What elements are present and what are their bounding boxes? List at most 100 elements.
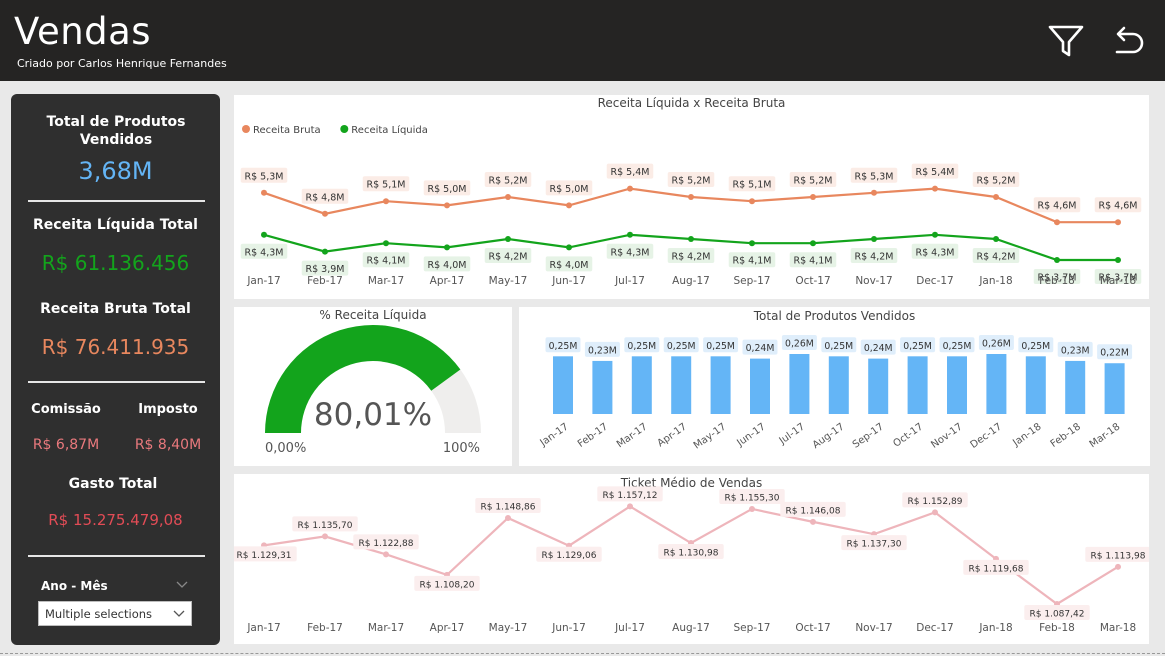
data-point: [1054, 257, 1060, 263]
bar-data-label: 0,25M: [943, 341, 972, 352]
bar-data-label: 0,25M: [627, 341, 656, 352]
x-tick-label: Apr-17: [430, 275, 465, 287]
data-label: R$ 4,0M: [550, 260, 589, 271]
data-label: R$ 4,2M: [855, 252, 894, 263]
data-label: R$ 4,6M: [1038, 201, 1077, 212]
data-point: [261, 189, 267, 196]
data-label: R$ 1.152,89: [908, 497, 963, 507]
data-point: [322, 248, 328, 255]
gauge-max-label: 100%: [443, 441, 480, 456]
chevron-down-icon: [173, 610, 185, 617]
data-label: R$ 1.148,86: [481, 502, 536, 512]
header-bar: Vendas Criado por Carlos Henrique Fernan…: [0, 0, 1165, 81]
filter-icon[interactable]: [1047, 22, 1085, 60]
produtos-chart: 0,25M Jan-17 0,23M Feb-17 0,25M Mar-17 0,25M Ap…: [538, 335, 1133, 452]
data-point: [322, 533, 328, 540]
x-tick-label: May-17: [489, 622, 528, 634]
bar: [553, 356, 573, 414]
data-point: [993, 236, 999, 242]
receita-liquida-label: Receita Líquida Total: [33, 217, 198, 233]
data-label: R$ 4,8M: [306, 192, 345, 203]
bar: [631, 356, 652, 414]
data-point: [383, 551, 389, 558]
produtos-label: Total de Produtos Vendidos: [46, 114, 186, 148]
receita-liquida-value: R$ 61.136.456: [41, 251, 190, 275]
gauge-card: % Receita Líquida 80,01% 0,00% 100%: [234, 307, 512, 466]
x-tick-label: Apr-17: [656, 421, 689, 449]
data-point: [688, 236, 694, 242]
data-point: [1115, 219, 1121, 226]
chevron-down-icon[interactable]: [176, 580, 188, 590]
data-point: [505, 236, 511, 242]
data-point: [932, 185, 938, 192]
x-tick-label: Jan-18: [978, 622, 1012, 634]
data-label: R$ 5,1M: [733, 180, 772, 191]
x-tick-label: Mar-17: [615, 421, 650, 450]
receita-bruta-value: R$ 76.411.935: [41, 335, 190, 359]
bar: [1065, 360, 1086, 414]
data-point: [749, 505, 755, 512]
bar: [1104, 363, 1125, 414]
x-tick-label: Nov-17: [929, 421, 964, 450]
imposto-label: Imposto: [138, 402, 198, 417]
data-label: R$ 1.087,42: [1030, 610, 1085, 620]
back-arrow-icon[interactable]: [1109, 22, 1147, 60]
legend-entry: Receita Líquida: [351, 124, 428, 136]
data-point: [1115, 563, 1121, 570]
data-point: [444, 202, 450, 209]
year-month-select[interactable]: Multiple selections: [38, 601, 192, 626]
bar: [750, 358, 770, 414]
x-tick-label: Oct-17: [795, 275, 830, 287]
data-label: R$ 4,3M: [245, 247, 284, 258]
comissao-label: Comissão: [31, 402, 101, 417]
x-tick-label: Mar-18: [1100, 275, 1136, 287]
data-point: [810, 194, 816, 200]
x-tick-label: Jun-17: [551, 275, 586, 287]
data-point: [383, 240, 389, 247]
data-point: [810, 240, 816, 247]
data-label: R$ 4,1M: [733, 256, 772, 267]
bar-data-label: 0,25M: [706, 341, 735, 352]
data-label: R$ 1.155,30: [725, 493, 780, 503]
x-tick-label: Mar-18: [1088, 421, 1123, 450]
page-subtitle: Criado por Carlos Henrique Fernandes: [17, 57, 227, 70]
data-label: R$ 1.146,08: [786, 506, 841, 516]
data-label: R$ 5,3M: [245, 171, 284, 182]
produtos-chart-card: Total de Produtos Vendidos 0,25M Jan-17 0,…: [519, 307, 1150, 466]
comissao-value: R$ 6,87M: [32, 437, 100, 453]
x-tick-label: Jun-17: [551, 622, 586, 634]
bar-data-label: 0,25M: [903, 341, 932, 352]
gauge-value: 80,01%: [314, 397, 432, 433]
x-tick-label: Feb-17: [307, 622, 343, 634]
x-tick-label: Feb-18: [1039, 622, 1075, 634]
x-tick-label: Feb-18: [1049, 421, 1083, 450]
data-label: R$ 4,2M: [977, 252, 1016, 263]
data-point: [261, 231, 267, 238]
data-label: R$ 4,0M: [428, 260, 467, 271]
bar-data-label: 0,24M: [864, 343, 893, 354]
data-point: [932, 509, 938, 516]
data-label: R$ 3,9M: [306, 264, 345, 275]
receita-chart-card: Receita Líquida x Receita Bruta Receita …: [234, 95, 1149, 299]
x-tick-label: Aug-17: [811, 421, 847, 451]
data-label: R$ 5,0M: [428, 184, 467, 195]
bar-data-label: 0,23M: [588, 345, 617, 356]
gauge-chart: 80,01% 0,00% 100%: [265, 325, 481, 456]
bar: [947, 356, 967, 414]
data-label: R$ 1.157,12: [603, 491, 658, 501]
data-point: [810, 518, 816, 525]
x-tick-label: Jan-17: [246, 275, 280, 287]
data-point: [627, 503, 633, 510]
data-label: R$ 4,3M: [916, 247, 955, 258]
x-tick-label: Mar-17: [368, 275, 404, 287]
divider: [28, 381, 205, 383]
receita-bruta-label: Receita Bruta Total: [40, 301, 191, 317]
x-tick-label: Mar-17: [368, 622, 404, 634]
data-point: [688, 194, 694, 200]
data-label: R$ 5,0M: [550, 184, 589, 195]
x-tick-label: Oct-17: [795, 622, 830, 634]
data-point: [871, 236, 877, 242]
data-point: [1115, 257, 1121, 263]
bar: [789, 354, 810, 414]
data-point: [383, 198, 389, 205]
